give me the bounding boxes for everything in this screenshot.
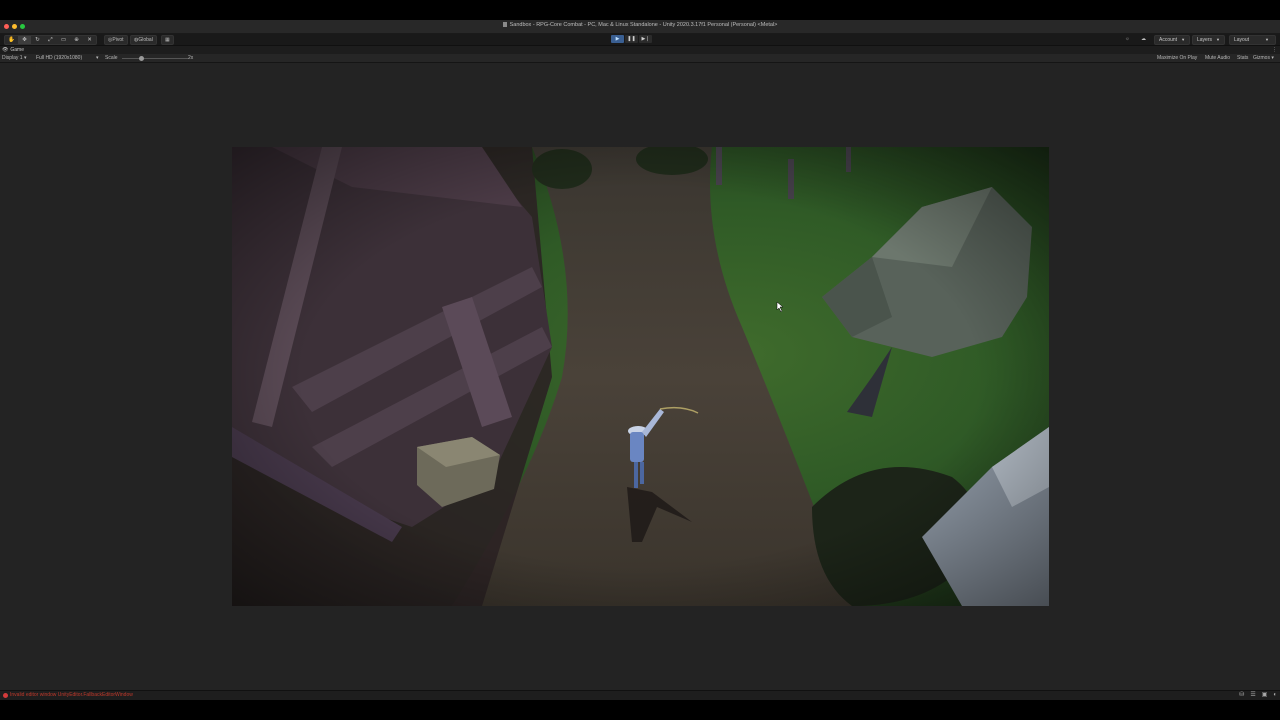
play-button[interactable]: ▶: [611, 35, 624, 43]
playback-controls: ▶ ❚❚ ▶❘: [611, 35, 652, 43]
cache-server-icon[interactable]: ⛁: [1239, 692, 1244, 699]
pause-button[interactable]: ❚❚: [625, 35, 638, 43]
grid-snap-button[interactable]: ▦: [161, 35, 174, 45]
resolution-dropdown[interactable]: Full HD (1920x1080): [36, 54, 82, 62]
chevron-down-icon: ▼: [1216, 37, 1220, 42]
main-toolbar: ✋ ✥ ↻ ⤢ ▭ ⊕ ✕ ◎Pivot ◍Global ▦ ▶ ❚❚ ▶❘ ☼…: [0, 34, 1280, 46]
pivot-toggle[interactable]: ◎Pivot: [104, 35, 128, 45]
account-dropdown[interactable]: Account ▼: [1154, 35, 1191, 45]
auto-generate-icon[interactable]: ◐: [1273, 692, 1277, 699]
layout-dropdown[interactable]: Layout ▼: [1229, 35, 1276, 45]
tab-game[interactable]: 👁 Game: [2, 46, 24, 54]
display-dropdown[interactable]: Display 1 ▾: [2, 54, 26, 62]
scale-slider[interactable]: [122, 57, 188, 59]
progress-icon[interactable]: ☰: [1250, 692, 1255, 699]
eye-icon: 👁: [2, 47, 9, 53]
chevron-down-icon: ▾: [96, 55, 99, 61]
maximize-on-play-toggle[interactable]: Maximize On Play: [1157, 54, 1197, 62]
window-title: Sandbox - RPG-Core Combat - PC, Mac & Li…: [0, 22, 1280, 28]
scale-tool-button[interactable]: ⤢: [44, 36, 57, 44]
status-bar: Invalid editor window UnityEditor.Fallba…: [0, 690, 1280, 700]
rect-tool-button[interactable]: ▭: [57, 36, 70, 44]
chevron-down-icon: ▾: [23, 55, 27, 61]
move-tool-button[interactable]: ✥: [18, 36, 31, 44]
scale-label: Scale: [105, 55, 118, 61]
step-button[interactable]: ▶❘: [639, 35, 652, 43]
console-error-message[interactable]: Invalid editor window UnityEditor.Fallba…: [10, 691, 133, 700]
title-bar: Sandbox - RPG-Core Combat - PC, Mac & Li…: [0, 20, 1280, 34]
more-options-icon[interactable]: ⋮: [1272, 46, 1277, 54]
transform-tools: ✋ ✥ ↻ ⤢ ▭ ⊕ ✕: [4, 35, 97, 45]
hand-tool-button[interactable]: ✋: [5, 36, 18, 44]
vignette-overlay: [232, 147, 1049, 606]
collab-status-icon[interactable]: ▣: [1262, 692, 1268, 699]
chevron-down-icon: ▼: [1265, 37, 1269, 42]
gizmos-dropdown[interactable]: Gizmos ▾: [1253, 54, 1274, 62]
chevron-down-icon: ▾: [1271, 55, 1274, 61]
chevron-down-icon: ▼: [1181, 37, 1186, 42]
rotate-tool-button[interactable]: ↻: [31, 36, 44, 44]
mute-audio-toggle[interactable]: Mute Audio: [1205, 54, 1230, 62]
scale-slider-handle[interactable]: [139, 55, 144, 61]
collab-icon[interactable]: ☁: [1138, 35, 1149, 43]
game-render[interactable]: [232, 147, 1049, 606]
game-view-toolbar: Display 1 ▾ Full HD (1920x1080) ▾ Scale …: [0, 54, 1280, 63]
panel-tab-bar: 👁 Game ⋮: [0, 46, 1280, 54]
game-scene: [232, 147, 1049, 606]
scale-value: 2x: [188, 55, 194, 61]
status-icons: ⛁ ☰ ▣ ◐: [1239, 692, 1277, 699]
error-icon: [3, 693, 8, 698]
document-icon: [502, 22, 507, 27]
global-toggle[interactable]: ◍Global: [130, 35, 157, 45]
services-icon[interactable]: ☼: [1122, 35, 1133, 43]
layers-dropdown[interactable]: Layers ▼: [1192, 35, 1225, 45]
transform-tool-button[interactable]: ⊕: [70, 36, 83, 44]
stats-toggle[interactable]: Stats: [1237, 54, 1248, 62]
custom-tool-button[interactable]: ✕: [83, 36, 96, 44]
